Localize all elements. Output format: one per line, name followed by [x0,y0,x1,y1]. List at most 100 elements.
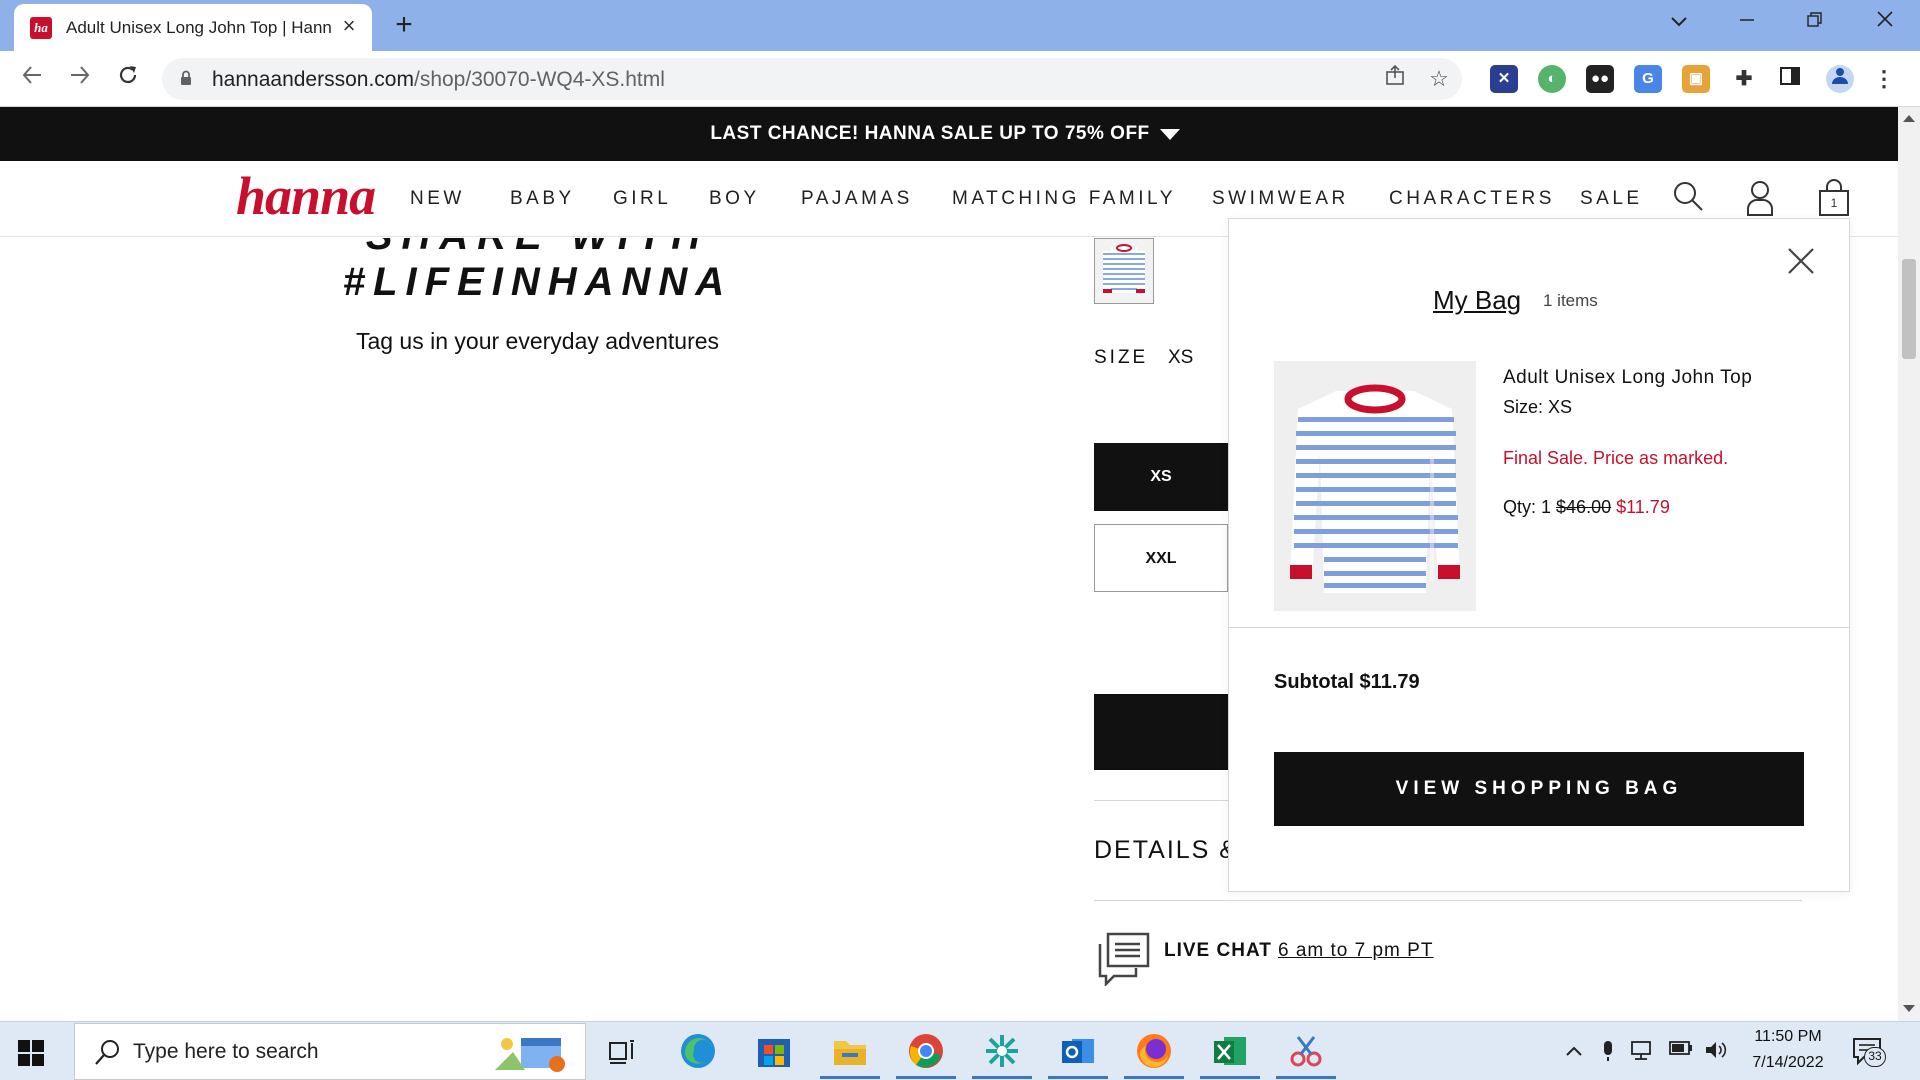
clock-time[interactable]: 11:50 PM [1740,1028,1836,1046]
live-chat-label: LIVE CHAT [1164,940,1272,961]
share-icon[interactable] [1380,64,1410,94]
nav-baby[interactable]: BABY [510,188,575,210]
tray-overflow-chevron-icon[interactable] [1562,1039,1586,1063]
extension-3-icon[interactable]: ●● [1586,65,1614,93]
scroll-up-icon[interactable] [1903,115,1915,122]
bookmark-star-icon[interactable]: ☆ [1424,64,1454,94]
extensions-puzzle-icon[interactable]: ✚ [1730,65,1758,93]
nav-pajamas[interactable]: PAJAMAS [801,188,913,210]
new-tab-icon[interactable]: + [388,10,420,42]
nav-boy[interactable]: BOY [709,188,760,210]
url-text: hannaandersson.com/shop/30070-WQ4-XS.htm… [212,68,665,91]
live-chat-hours-link[interactable]: 6 am to 7 pm PT [1278,940,1433,962]
nav-new[interactable]: NEW [410,188,465,210]
search-icon [95,1040,119,1065]
edge-icon[interactable] [676,1029,720,1073]
my-bag-link[interactable]: My Bag [1433,285,1521,316]
live-chat-icon [1098,932,1150,986]
minimize-icon[interactable] [1722,6,1772,38]
outlook-icon[interactable] [1056,1029,1100,1073]
running-indicator [896,1076,956,1079]
nav-matching-family[interactable]: MATCHING FAMILY [952,188,1176,210]
network-icon[interactable] [1630,1039,1654,1063]
running-indicator [1276,1076,1336,1079]
app-snowflake-icon[interactable] [980,1029,1024,1073]
nav-sale[interactable]: SALE [1580,188,1643,210]
notification-icon[interactable]: 33 [1852,1036,1886,1067]
size-label: SIZE [1094,347,1149,368]
mini-bag-flyout: My Bag 1 items Adult Unisex Long John To… [1228,218,1850,892]
address-bar[interactable]: hannaandersson.com/shop/30070-WQ4-XS.htm… [162,58,1462,100]
subtotal: Subtotal $11.79 [1274,671,1420,693]
side-panel-icon[interactable] [1776,65,1804,93]
original-price: $46.00 [1556,497,1612,517]
product-thumbnail[interactable] [1094,238,1154,304]
google-translate-icon[interactable]: G [1634,65,1662,93]
forward-icon[interactable] [62,61,98,97]
search-icon[interactable] [1670,179,1706,217]
browser-tab-strip: ha Adult Unisex Long John Top | Hanna An… [0,0,1920,51]
divider [1094,900,1802,901]
shopping-bag-icon[interactable]: 1 [1816,179,1852,217]
share-heading: SHARE WITH #LIFEINHANNA [300,238,775,308]
lock-icon [181,70,191,85]
clock-date[interactable]: 7/14/2022 [1740,1054,1836,1072]
share-subtitle: Tag us in your everyday adventures [355,328,720,354]
task-view-icon[interactable] [600,1029,644,1073]
size-option-xs[interactable]: XS [1094,443,1228,511]
share-title-line2: #LIFEINHANNA [342,260,733,304]
hanna-favicon-icon: ha [30,17,52,39]
microsoft-store-icon[interactable] [752,1029,796,1073]
volume-icon[interactable] [1704,1039,1728,1063]
windows-start-icon[interactable] [18,1040,44,1066]
profile-avatar-icon[interactable] [1826,65,1854,93]
battery-icon[interactable] [1668,1039,1692,1063]
microphone-icon[interactable] [1596,1039,1620,1063]
taskbar-search-input[interactable]: Type here to search [74,1023,586,1080]
close-window-icon[interactable] [1860,6,1910,38]
close-icon[interactable] [1785,245,1817,277]
details-heading[interactable]: DETAILS & [1094,836,1238,865]
nav-swimwear[interactable]: SWIMWEAR [1212,188,1349,210]
page-scrollbar[interactable] [1898,107,1920,1021]
product-image[interactable] [1274,361,1476,611]
scroll-down-icon[interactable] [1903,1005,1915,1012]
running-indicator [972,1076,1032,1079]
search-highlight-icon [495,1038,565,1072]
tab-close-icon[interactable]: × [336,13,362,39]
browser-menu-icon[interactable]: ⋮ [1870,65,1898,93]
snipping-tool-icon[interactable] [1284,1029,1328,1073]
chrome-icon[interactable] [904,1029,948,1073]
extension-1-icon[interactable]: ✕ [1490,65,1518,93]
file-explorer-icon[interactable] [828,1029,872,1073]
promo-caret-icon[interactable] [1160,129,1180,140]
running-indicator [1048,1076,1108,1079]
restore-icon[interactable] [1790,6,1840,38]
tab-search-chevron-icon[interactable] [1654,6,1704,38]
firefox-icon[interactable] [1132,1029,1176,1073]
size-option-xxl[interactable]: XXL [1094,524,1228,592]
quantity-price-line: Qty: 1 $46.00 $11.79 [1503,497,1670,518]
back-icon[interactable] [14,61,50,97]
notification-count-badge: 33 [1864,1047,1886,1067]
bag-item-count: 1 items [1543,291,1598,310]
quantity: Qty: 1 [1503,497,1552,517]
product-size: Size: XS [1503,397,1573,417]
browser-tab[interactable]: ha Adult Unisex Long John Top | Hanna An… [14,4,372,51]
extension-2-icon[interactable]: ◐ [1538,65,1566,93]
view-shopping-bag-button[interactable]: VIEW SHOPPING BAG [1274,752,1804,826]
reload-icon[interactable] [110,61,146,97]
excel-icon[interactable] [1208,1029,1252,1073]
add-to-bag-button[interactable] [1094,694,1228,770]
running-indicator [820,1076,880,1079]
product-name[interactable]: Adult Unisex Long John Top [1503,367,1752,389]
hanna-logo[interactable]: hanna [236,165,376,227]
nav-characters[interactable]: CHARACTERS [1389,188,1555,210]
account-icon[interactable] [1742,179,1778,217]
running-indicator [1124,1076,1184,1079]
search-placeholder: Type here to search [133,1040,319,1063]
scroll-thumb[interactable] [1902,259,1916,359]
promo-banner[interactable]: LAST CHANCE! HANNA SALE UP TO 75% OFF [0,107,1898,161]
extension-5-icon[interactable]: ▣ [1682,65,1710,93]
nav-girl[interactable]: GIRL [613,188,671,210]
